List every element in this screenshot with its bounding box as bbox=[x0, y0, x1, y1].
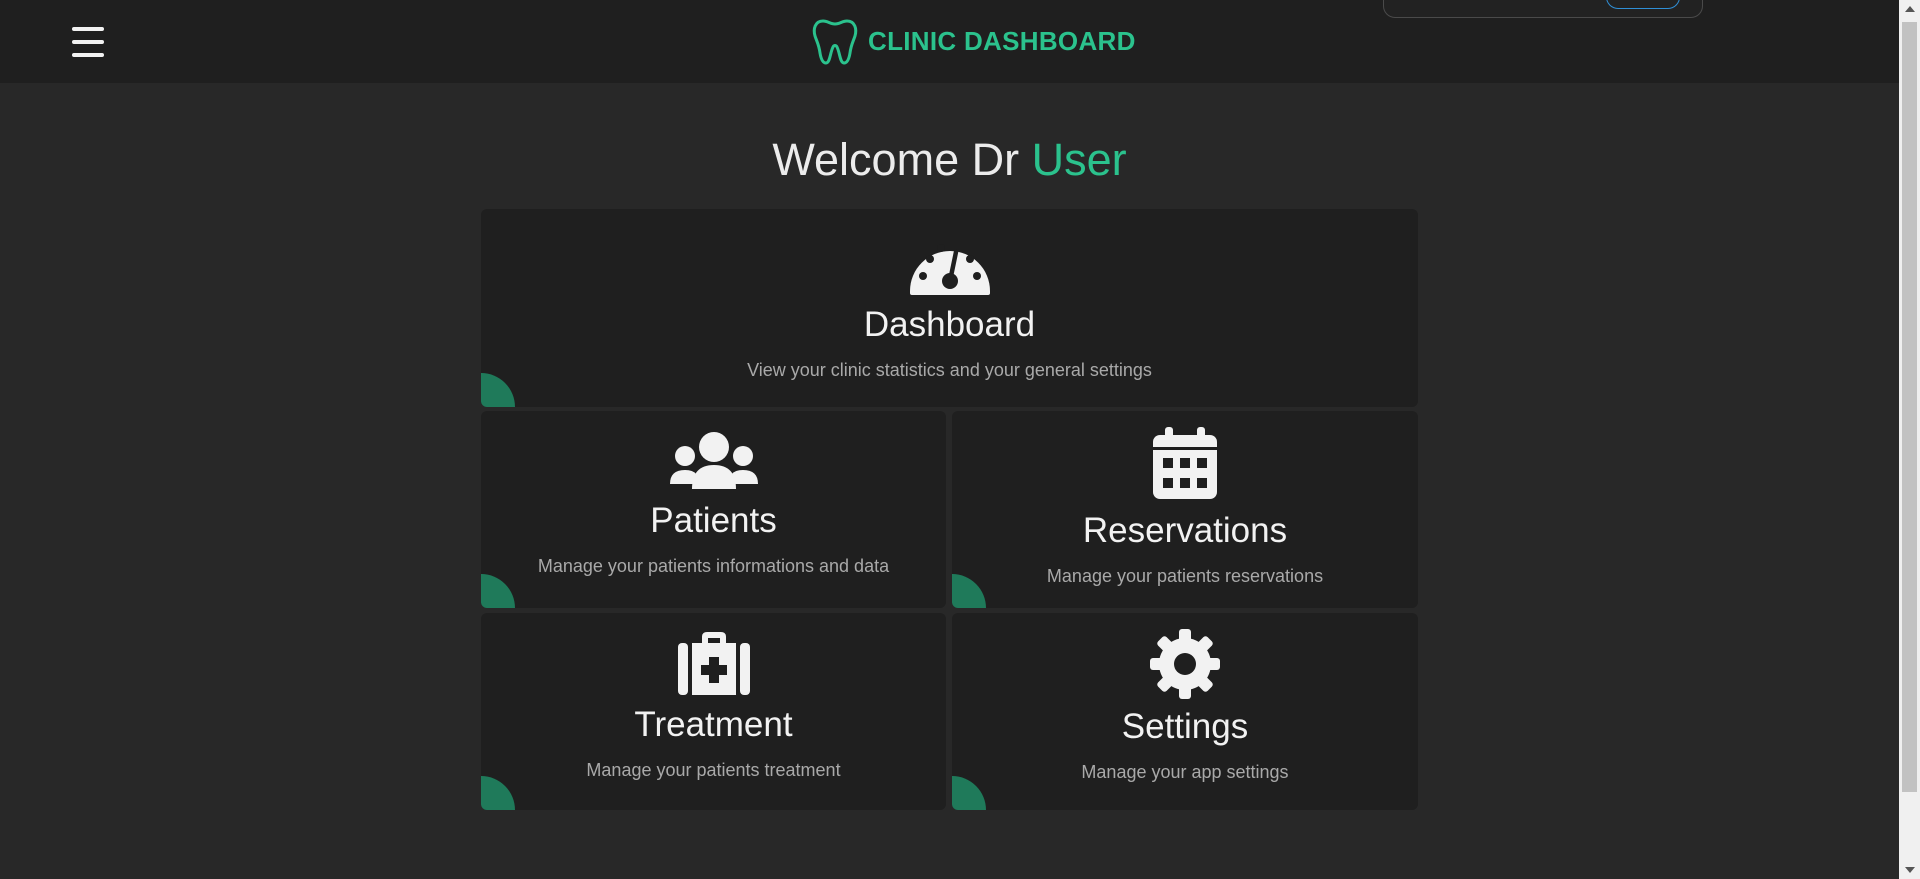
tooth-icon bbox=[812, 19, 858, 65]
welcome-heading: Welcome Dr User bbox=[0, 134, 1899, 186]
card-title: Treatment bbox=[634, 705, 793, 744]
doctor-name: User bbox=[1031, 134, 1127, 185]
card-description: View your clinic statistics and your gen… bbox=[747, 360, 1152, 380]
hamburger-menu-icon[interactable] bbox=[72, 27, 104, 57]
card-corner-decoration bbox=[952, 776, 986, 810]
app-title: CLINIC DASHBOARD bbox=[868, 25, 1136, 56]
card-description: Manage your patients treatment bbox=[586, 760, 841, 780]
card-description: Manage your patients reservations bbox=[1046, 566, 1324, 586]
calendar-icon bbox=[1153, 427, 1217, 499]
card-reservations[interactable]: Reservations Manage your patients reserv… bbox=[952, 411, 1418, 608]
scrollbar[interactable] bbox=[1899, 0, 1920, 879]
card-description: Manage your app settings bbox=[1081, 762, 1289, 782]
card-title: Dashboard bbox=[863, 305, 1036, 344]
card-title: Settings bbox=[1121, 707, 1249, 746]
top-widget bbox=[1383, 0, 1703, 18]
card-treatment[interactable]: Treatment Manage your patients treatment bbox=[481, 613, 946, 810]
users-icon bbox=[669, 432, 758, 489]
card-corner-decoration bbox=[481, 776, 515, 810]
gear-icon bbox=[1150, 629, 1220, 699]
gauge-icon bbox=[909, 244, 990, 295]
welcome-prefix: Welcome Dr bbox=[772, 134, 1032, 185]
card-title: Reservations bbox=[1082, 511, 1288, 550]
card-corner-decoration bbox=[481, 574, 515, 608]
card-patients[interactable]: Patients Manage your patients informatio… bbox=[481, 411, 946, 608]
scroll-down-icon[interactable] bbox=[1905, 867, 1915, 873]
card-settings[interactable]: Settings Manage your app settings bbox=[952, 613, 1418, 810]
scroll-up-icon[interactable] bbox=[1905, 6, 1915, 12]
scrollbar-thumb[interactable] bbox=[1902, 22, 1917, 792]
card-corner-decoration bbox=[952, 574, 986, 608]
medkit-icon bbox=[677, 632, 750, 695]
card-corner-decoration bbox=[481, 373, 515, 407]
brand[interactable]: CLINIC DASHBOARD bbox=[810, 17, 1136, 65]
card-dashboard[interactable]: Dashboard View your clinic statistics an… bbox=[481, 209, 1418, 407]
card-description: Manage your patients informations and da… bbox=[537, 556, 890, 576]
widget-pill[interactable] bbox=[1606, 0, 1680, 9]
card-title: Patients bbox=[650, 501, 777, 540]
